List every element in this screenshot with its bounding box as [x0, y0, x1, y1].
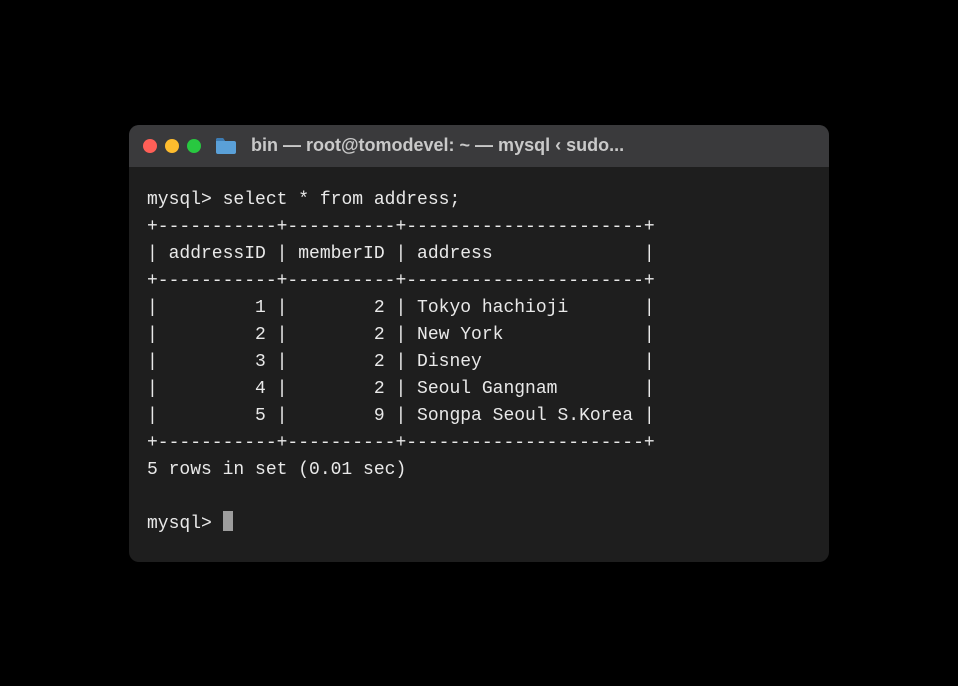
prompt: mysql>: [147, 514, 212, 534]
zoom-icon[interactable]: [187, 139, 201, 153]
folder-icon: [215, 137, 237, 155]
window-title: bin — root@tomodevel: ~ — mysql ‹ sudo..…: [251, 135, 815, 156]
query-result-table: +-----------+----------+----------------…: [147, 217, 655, 453]
command-text: select * from address;: [223, 190, 461, 210]
prompt: mysql>: [147, 190, 212, 210]
status-line: 5 rows in set (0.01 sec): [147, 460, 406, 480]
titlebar[interactable]: bin — root@tomodevel: ~ — mysql ‹ sudo..…: [129, 125, 829, 167]
terminal-window: bin — root@tomodevel: ~ — mysql ‹ sudo..…: [129, 125, 829, 562]
close-icon[interactable]: [143, 139, 157, 153]
minimize-icon[interactable]: [165, 139, 179, 153]
window-controls: [143, 139, 201, 153]
cursor-icon: [223, 511, 233, 531]
terminal-body[interactable]: mysql> select * from address; +---------…: [129, 167, 829, 562]
